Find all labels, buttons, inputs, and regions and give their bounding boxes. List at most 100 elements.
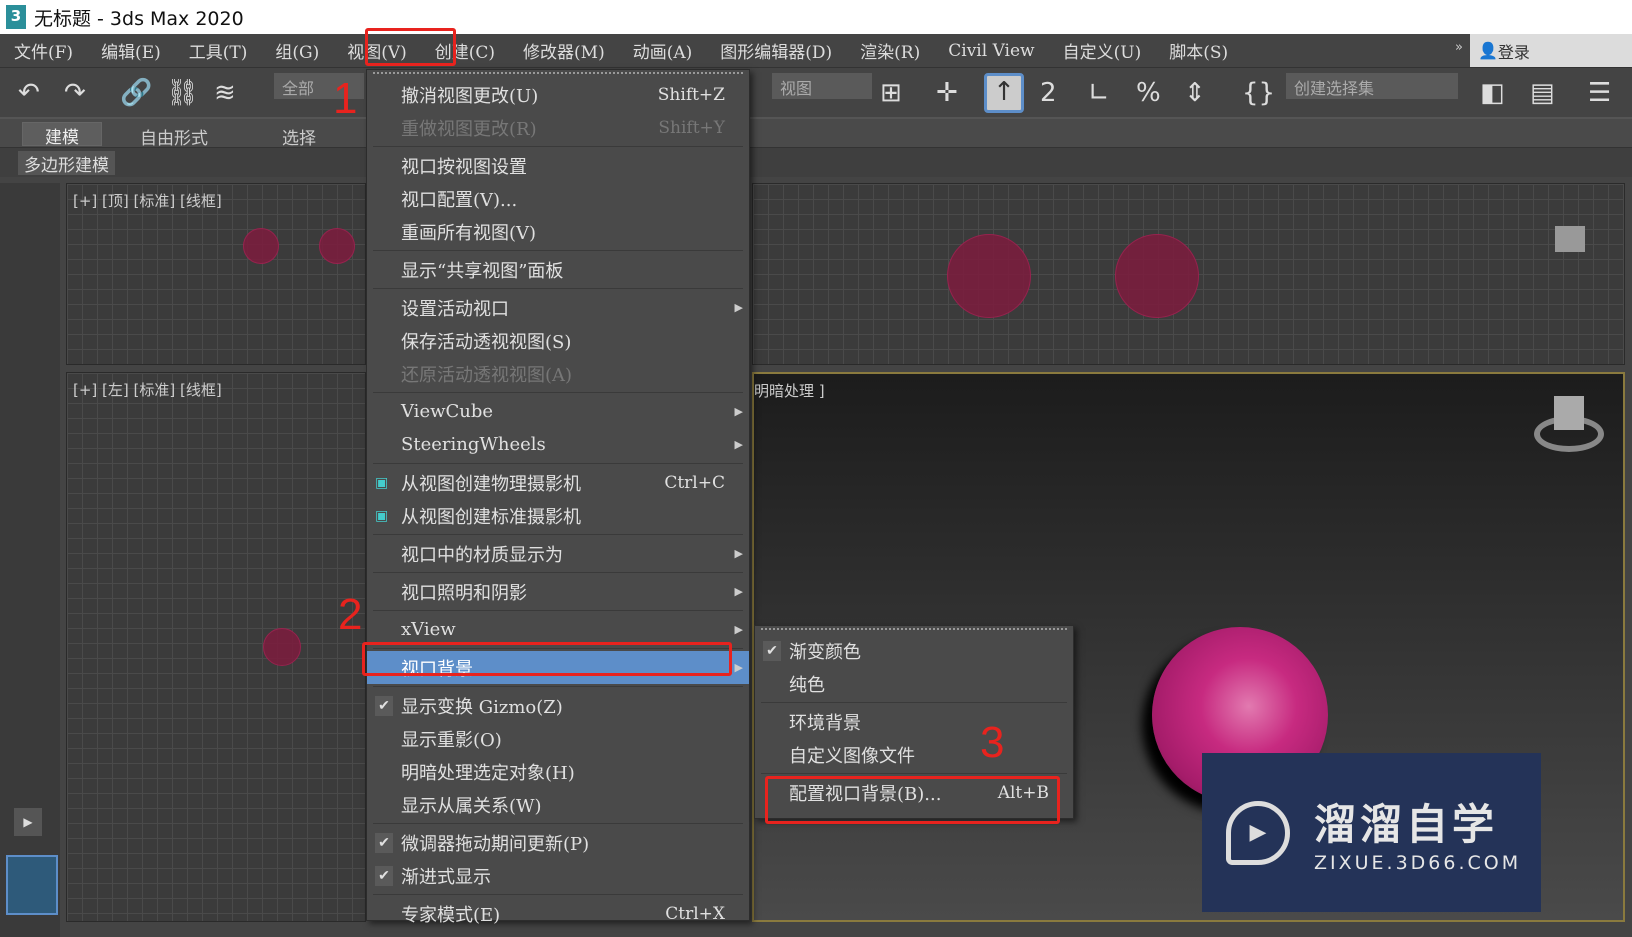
shortcut-label: Shift+Z — [657, 84, 725, 105]
viewport-label[interactable]: 明暗处理 ] — [754, 380, 825, 401]
pivot-icon[interactable]: ⊞ — [880, 77, 902, 109]
menu-item[interactable]: ✔ 渐变颜色 — [755, 634, 1073, 667]
sphere-object[interactable] — [263, 628, 301, 666]
menu-separator — [373, 463, 743, 464]
menu-item[interactable]: 编辑(E) — [87, 38, 175, 63]
tab-selection[interactable]: 选择 — [282, 124, 316, 149]
redo-icon[interactable]: ↷ — [64, 77, 86, 109]
snap-2d-icon[interactable]: 2 — [1040, 77, 1057, 109]
menu-item[interactable]: 自定义(U) — [1049, 38, 1156, 63]
menu-item[interactable]: 显示从属关系(W) — [367, 788, 749, 821]
expand-icon[interactable]: ▶ — [14, 808, 42, 836]
submenu-arrow-icon: ▶ — [734, 438, 743, 451]
annotation-box-configure-background — [765, 776, 1060, 824]
menu-item-label: ViewCube — [401, 401, 494, 422]
submenu-arrow-icon: ▶ — [734, 547, 743, 560]
menu-item[interactable]: 还原活动透视视图(A) — [367, 357, 749, 390]
menu-item[interactable]: ▣ 从视图创建标准摄影机 — [367, 499, 749, 532]
menu-item[interactable]: ✔ 微调器拖动期间更新(P) — [367, 826, 749, 859]
menu-item[interactable]: SteeringWheels ▶ — [367, 428, 749, 461]
viewcube-icon[interactable] — [1555, 226, 1585, 252]
left-viewport[interactable]: [+] [左] [标准] [线框] — [66, 372, 366, 922]
menu-item[interactable]: ViewCube ▶ — [367, 395, 749, 428]
menu-item-label: 渐变颜色 — [789, 641, 861, 663]
spinner-snap-icon[interactable]: ⇕ — [1184, 77, 1206, 109]
bind-spacewarp-icon[interactable]: ≋ — [214, 77, 236, 109]
menu-item[interactable]: 明暗处理选定对象(H) — [367, 755, 749, 788]
viewport-layout-icon[interactable] — [6, 855, 58, 915]
percent-snap-icon[interactable]: % — [1136, 77, 1161, 109]
menu-item[interactable]: 专家模式(E) Ctrl+X — [367, 897, 749, 930]
viewport-layout-strip: ▶ — [0, 183, 60, 937]
checkmark-icon: ✔ — [375, 695, 393, 716]
menu-item[interactable]: ✔ 渐进式显示 — [367, 859, 749, 892]
menu-item[interactable]: 动画(A) — [619, 38, 707, 63]
menu-item-label: 还原活动透视视图(A) — [401, 364, 573, 386]
viewport-label[interactable]: [+] [左] [标准] [线框] — [73, 379, 222, 400]
annotation-number: 1 — [333, 74, 358, 123]
front-viewport[interactable] — [752, 183, 1625, 365]
submenu-arrow-icon: ▶ — [734, 585, 743, 598]
select-manipulate-icon[interactable]: ↑ — [984, 73, 1024, 113]
unlink-icon[interactable]: ⛓ — [166, 77, 199, 109]
menu-item[interactable]: 脚本(S) — [1155, 38, 1242, 63]
menu-item[interactable]: 重画所有视图(V) — [367, 215, 749, 248]
menu-separator — [373, 250, 743, 251]
menu-item[interactable]: 视口照明和阴影 ▶ — [367, 575, 749, 608]
menu-item[interactable]: Civil View — [934, 41, 1048, 61]
link-icon[interactable]: 🔗 — [120, 77, 152, 109]
checkmark-icon: ✔ — [375, 865, 393, 886]
more-menus-button[interactable]: » — [1455, 40, 1463, 55]
tab-freeform[interactable]: 自由形式 — [140, 124, 208, 149]
menu-item[interactable]: 组(G) — [261, 38, 333, 63]
menu-item[interactable]: 文件(F) — [0, 38, 87, 63]
sphere-object[interactable] — [947, 234, 1031, 318]
reference-coord-dropdown[interactable]: 视图 — [772, 73, 872, 99]
menu-item-label: SteeringWheels — [401, 434, 546, 455]
menu-item[interactable]: 撤消视图更改(U) Shift+Z — [367, 78, 749, 111]
mirror-icon[interactable]: ◧ — [1480, 77, 1505, 109]
camera-icon: ▣ — [375, 474, 389, 491]
tab-modeling[interactable]: 建模 — [22, 122, 102, 148]
menu-item[interactable]: 环境背景 — [755, 705, 1073, 738]
edit-named-sets-icon[interactable]: {} — [1242, 77, 1275, 109]
menu-item[interactable]: 自定义图像文件 — [755, 738, 1073, 771]
angle-snap-icon[interactable]: ∟ — [1088, 77, 1110, 109]
menu-item[interactable]: 图形编辑器(D) — [706, 38, 846, 63]
menu-item[interactable]: 保存活动透视视图(S) — [367, 324, 749, 357]
submenu-arrow-icon: ▶ — [734, 405, 743, 418]
named-selection-dropdown[interactable]: 创建选择集 — [1286, 73, 1458, 99]
menu-item[interactable]: 显示重影(O) — [367, 722, 749, 755]
menu-item[interactable]: 视口按视图设置 — [367, 149, 749, 182]
move-icon[interactable]: ✛ — [936, 77, 958, 109]
polygon-modeling-button[interactable]: 多边形建模 — [18, 151, 115, 176]
menu-item[interactable]: 视口中的材质显示为 ▶ — [367, 537, 749, 570]
menu-item-label: 视口照明和阴影 — [401, 582, 527, 604]
menu-item[interactable]: 工具(T) — [175, 38, 262, 63]
menu-item[interactable]: 渲染(R) — [846, 38, 934, 63]
annotation-number: 3 — [980, 718, 1005, 767]
scene-explorer-icon[interactable]: ☰ — [1588, 77, 1611, 109]
menu-item[interactable]: 纯色 — [755, 667, 1073, 700]
menu-item[interactable]: 视口配置(V)... — [367, 182, 749, 215]
viewport-label[interactable]: [+] [顶] [标准] [线框] — [73, 190, 222, 211]
menu-item[interactable]: ▣ 从视图创建物理摄影机 Ctrl+C — [367, 466, 749, 499]
viewcube-face[interactable] — [1554, 396, 1584, 430]
align-icon[interactable]: ▤ — [1530, 77, 1555, 109]
menu-item[interactable]: 修改器(M) — [509, 38, 619, 63]
menu-item[interactable]: 设置活动视口 ▶ — [367, 291, 749, 324]
menu-item-label: xView — [401, 619, 456, 640]
top-viewport[interactable]: [+] [顶] [标准] [线框] — [66, 183, 366, 365]
menu-item[interactable]: 显示“共享视图”面板 — [367, 253, 749, 286]
menu-item-label: 视口按视图设置 — [401, 156, 527, 178]
menu-item[interactable]: ✔ 显示变换 Gizmo(Z) — [367, 689, 749, 722]
menu-item[interactable]: 重做视图更改(R) Shift+Y — [367, 111, 749, 144]
sphere-object[interactable] — [243, 228, 279, 264]
sphere-object[interactable] — [319, 228, 355, 264]
menu-separator — [373, 288, 743, 289]
login-button[interactable]: 👤 登录 — [1470, 34, 1632, 67]
sphere-object[interactable] — [1115, 234, 1199, 318]
window-title: 无标题 - 3ds Max 2020 — [34, 7, 244, 30]
undo-icon[interactable]: ↶ — [18, 77, 40, 109]
menu-item-label: 重做视图更改(R) — [401, 118, 537, 140]
